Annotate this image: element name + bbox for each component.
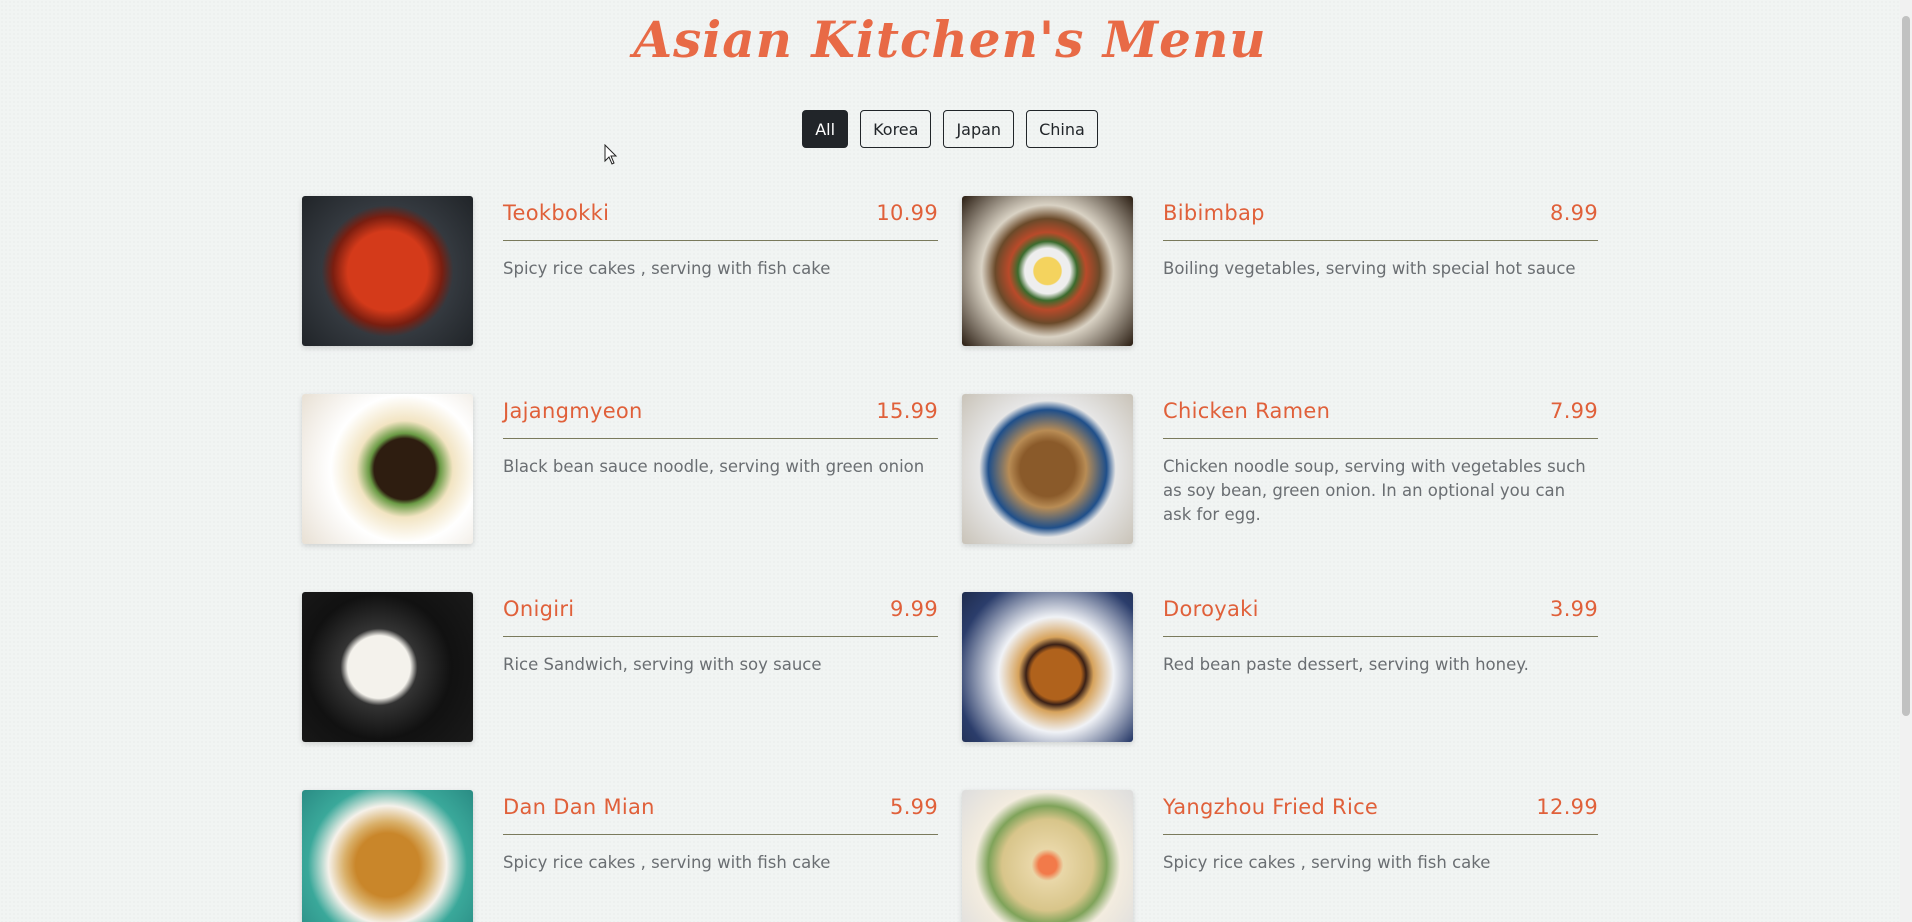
yangzhou-fried-rice-photo bbox=[962, 790, 1133, 922]
page-title: Asian Kitchen's Menu bbox=[633, 10, 1267, 69]
menu-item-price: 9.99 bbox=[890, 597, 938, 621]
menu-item-price: 5.99 bbox=[890, 795, 938, 819]
menu-item: Chicken Ramen 7.99 Chicken noodle soup, … bbox=[962, 394, 1598, 544]
page: Asian Kitchen's Menu All Korea Japan Chi… bbox=[0, 0, 1912, 922]
menu-item-header: Chicken Ramen 7.99 bbox=[1163, 394, 1598, 439]
dan-dan-mian-photo bbox=[302, 790, 473, 922]
menu-item-name: Dan Dan Mian bbox=[503, 795, 655, 819]
menu-item-header: Doroyaki 3.99 bbox=[1163, 592, 1598, 637]
menu-item-price: 8.99 bbox=[1550, 201, 1598, 225]
filter-bar: All Korea Japan China bbox=[0, 110, 1900, 148]
menu-item-info: Chicken Ramen 7.99 Chicken noodle soup, … bbox=[1163, 394, 1598, 544]
menu-item-header: Onigiri 9.99 bbox=[503, 592, 938, 637]
filter-china-button[interactable]: China bbox=[1026, 110, 1098, 148]
menu-item-header: Teokbokki 10.99 bbox=[503, 196, 938, 241]
menu-item-price: 3.99 bbox=[1550, 597, 1598, 621]
menu-item: Yangzhou Fried Rice 12.99 Spicy rice cak… bbox=[962, 790, 1598, 922]
menu-item-info: Bibimbap 8.99 Boiling vegetables, servin… bbox=[1163, 196, 1598, 346]
chicken-ramen-photo bbox=[962, 394, 1133, 544]
menu-item-name: Onigiri bbox=[503, 597, 575, 621]
menu-item-header: Jajangmyeon 15.99 bbox=[503, 394, 938, 439]
menu-item-info: Yangzhou Fried Rice 12.99 Spicy rice cak… bbox=[1163, 790, 1598, 922]
menu-item-description: Red bean paste dessert, serving with hon… bbox=[1163, 655, 1529, 674]
menu-item-info: Doroyaki 3.99 Red bean paste dessert, se… bbox=[1163, 592, 1598, 742]
menu-item-name: Jajangmyeon bbox=[503, 399, 643, 423]
menu-item: Dan Dan Mian 5.99 Spicy rice cakes , ser… bbox=[302, 790, 938, 922]
menu-item: Teokbokki 10.99 Spicy rice cakes , servi… bbox=[302, 196, 938, 346]
menu-item-description: Spicy rice cakes , serving with fish cak… bbox=[503, 259, 831, 278]
menu-item-header: Bibimbap 8.99 bbox=[1163, 196, 1598, 241]
menu-item-header: Dan Dan Mian 5.99 bbox=[503, 790, 938, 835]
menu-item-description: Rice Sandwich, serving with soy sauce bbox=[503, 655, 822, 674]
scrollbar-thumb[interactable] bbox=[1902, 16, 1910, 716]
bibimbap-photo bbox=[962, 196, 1133, 346]
menu-item-description: Chicken noodle soup, serving with vegeta… bbox=[1163, 457, 1586, 524]
menu-item-name: Bibimbap bbox=[1163, 201, 1265, 225]
menu-item: Onigiri 9.99 Rice Sandwich, serving with… bbox=[302, 592, 938, 742]
menu-item-price: 7.99 bbox=[1550, 399, 1598, 423]
mouse-cursor-icon bbox=[604, 144, 618, 165]
menu-item-description: Black bean sauce noodle, serving with gr… bbox=[503, 457, 925, 476]
menu-item-description: Boiling vegetables, serving with special… bbox=[1163, 259, 1576, 278]
doroyaki-photo bbox=[962, 592, 1133, 742]
menu-item-description: Spicy rice cakes , serving with fish cak… bbox=[1163, 853, 1491, 872]
menu-item-name: Chicken Ramen bbox=[1163, 399, 1331, 423]
filter-korea-button[interactable]: Korea bbox=[860, 110, 932, 148]
menu-item-price: 15.99 bbox=[876, 399, 938, 423]
menu-item-name: Yangzhou Fried Rice bbox=[1163, 795, 1379, 819]
menu-item-header: Yangzhou Fried Rice 12.99 bbox=[1163, 790, 1598, 835]
menu-item-name: Teokbokki bbox=[503, 201, 610, 225]
scrollbar[interactable] bbox=[1900, 0, 1912, 922]
menu-item-name: Doroyaki bbox=[1163, 597, 1259, 621]
teokbokki-photo bbox=[302, 196, 473, 346]
menu-item-price: 12.99 bbox=[1536, 795, 1598, 819]
menu-item: Doroyaki 3.99 Red bean paste dessert, se… bbox=[962, 592, 1598, 742]
filter-all-button[interactable]: All bbox=[802, 110, 849, 148]
filter-japan-button[interactable]: Japan bbox=[943, 110, 1015, 148]
jajangmyeon-photo bbox=[302, 394, 473, 544]
menu-item-price: 10.99 bbox=[876, 201, 938, 225]
menu-item-info: Dan Dan Mian 5.99 Spicy rice cakes , ser… bbox=[503, 790, 938, 922]
menu-item-info: Teokbokki 10.99 Spicy rice cakes , servi… bbox=[503, 196, 938, 346]
onigiri-photo bbox=[302, 592, 473, 742]
menu-grid: Teokbokki 10.99 Spicy rice cakes , servi… bbox=[302, 196, 1598, 922]
menu-item-info: Jajangmyeon 15.99 Black bean sauce noodl… bbox=[503, 394, 938, 544]
menu-item-info: Onigiri 9.99 Rice Sandwich, serving with… bbox=[503, 592, 938, 742]
menu-item-description: Spicy rice cakes , serving with fish cak… bbox=[503, 853, 831, 872]
menu-item: Bibimbap 8.99 Boiling vegetables, servin… bbox=[962, 196, 1598, 346]
menu-item: Jajangmyeon 15.99 Black bean sauce noodl… bbox=[302, 394, 938, 544]
